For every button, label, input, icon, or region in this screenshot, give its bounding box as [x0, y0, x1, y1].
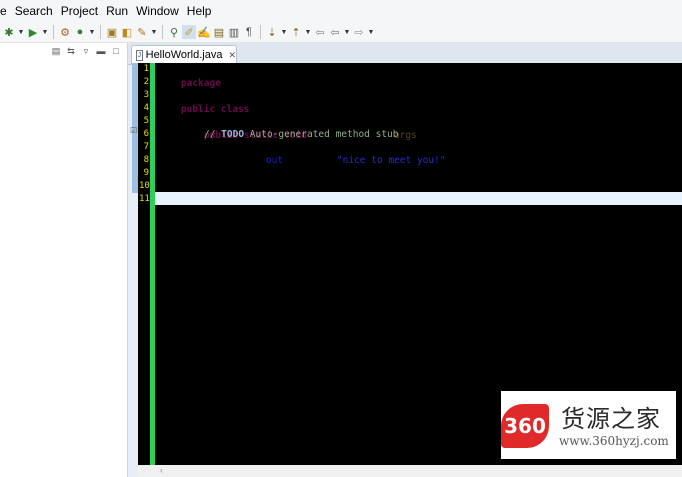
- line-number: 3: [143, 90, 149, 100]
- pilcrow-icon[interactable]: ¶: [242, 25, 256, 39]
- debug-icon[interactable]: ✱: [2, 25, 16, 39]
- comment-text: Auto-generated method stub: [244, 129, 399, 140]
- editor-tab-bar: J HelloWorld.java ✕: [128, 43, 682, 65]
- line-number: 11: [139, 194, 150, 204]
- toggle-mark-icon[interactable]: ✐: [182, 25, 196, 39]
- menu-run[interactable]: Run: [102, 4, 132, 18]
- block-select-icon[interactable]: ▥: [227, 25, 241, 39]
- current-line-highlight: [155, 192, 682, 205]
- code-line-1: package: [158, 64, 221, 89]
- line-number-ruler: 1 2 3 4 5 6 7 8 9 10 11: [138, 63, 150, 465]
- search-icon[interactable]: ⚲: [167, 25, 181, 39]
- todo-tag: TODO: [221, 129, 245, 140]
- edit-icon[interactable]: ✍: [197, 25, 211, 39]
- menu-help[interactable]: Help: [183, 4, 216, 18]
- chevron-down-icon[interactable]: ▼: [150, 25, 158, 39]
- java-file-icon: J: [136, 49, 143, 61]
- last-edit-icon[interactable]: ⇦: [313, 25, 327, 39]
- string-literal: "nice to meet you!": [336, 155, 446, 166]
- task-marker-icon: ☑: [130, 126, 138, 135]
- chevron-down-icon[interactable]: ▼: [343, 25, 351, 39]
- line-number: 6: [143, 129, 149, 139]
- keyword: package: [180, 78, 221, 89]
- minimize-icon[interactable]: ▬: [96, 46, 106, 56]
- new-class-icon[interactable]: ◧: [120, 25, 134, 39]
- toolbar-separator: [100, 25, 101, 39]
- code-line-7-field: out: [243, 141, 283, 166]
- collapse-all-icon[interactable]: ▤: [51, 46, 61, 56]
- chevron-down-icon[interactable]: ▼: [367, 25, 375, 39]
- scroll-left-icon[interactable]: ‹: [160, 465, 163, 475]
- menu-bar: e Search Project Run Window Help: [0, 0, 682, 22]
- maximize-icon[interactable]: □: [111, 46, 121, 56]
- forward-icon[interactable]: ⇨: [352, 25, 366, 39]
- watermark-name: 货源之家: [561, 405, 661, 433]
- link-editor-icon[interactable]: ⇆: [66, 46, 76, 56]
- horizontal-scrollbar[interactable]: ‹: [138, 465, 682, 477]
- back-icon[interactable]: ⇦: [328, 25, 342, 39]
- chevron-down-icon[interactable]: ▼: [280, 25, 288, 39]
- line-number: 4: [143, 103, 149, 113]
- line-number: 10: [139, 181, 150, 191]
- code-line-6: // TODO Auto-generated method stub: [204, 128, 399, 141]
- menu-file[interactable]: e: [0, 4, 11, 18]
- new-java-project-icon[interactable]: ●: [73, 25, 87, 39]
- line-number: 2: [143, 77, 149, 87]
- show-whitespace-icon[interactable]: ▤: [212, 25, 226, 39]
- code-line-3: public class: [158, 90, 250, 115]
- code-line-7-string: "nice to meet you!": [314, 141, 446, 166]
- chevron-down-icon[interactable]: ▼: [17, 25, 25, 39]
- watermark-url: www.360hyzj.com: [559, 434, 669, 448]
- tab-helloworld-java[interactable]: J HelloWorld.java ✕: [131, 45, 237, 64]
- new-package-icon[interactable]: ▣: [105, 25, 119, 39]
- chevron-down-icon[interactable]: ▼: [88, 25, 96, 39]
- chevron-down-icon[interactable]: ▼: [304, 25, 312, 39]
- line-number: 8: [143, 155, 149, 165]
- package-explorer-panel: ▤ ⇆ ▿ ▬ □: [0, 43, 128, 477]
- open-type-icon[interactable]: ✎: [135, 25, 149, 39]
- line-number: 5: [143, 116, 149, 126]
- chevron-down-icon[interactable]: ▼: [41, 25, 49, 39]
- run-icon[interactable]: ▶: [26, 25, 40, 39]
- menu-window[interactable]: Window: [132, 4, 183, 18]
- panel-toolbar: ▤ ⇆ ▿ ▬ □: [51, 46, 121, 57]
- prev-annotation-icon[interactable]: ⇡: [289, 25, 303, 39]
- comment-prefix: //: [204, 129, 222, 140]
- external-tools-icon[interactable]: ⚙: [58, 25, 72, 39]
- tab-label: HelloWorld.java: [145, 49, 223, 61]
- line-number: 1: [143, 64, 149, 74]
- menu-project[interactable]: Project: [57, 4, 102, 18]
- keyword: public class: [180, 104, 250, 115]
- toolbar-separator: [260, 25, 261, 39]
- field: out: [265, 155, 284, 166]
- watermark: 360 货源之家 www.360hyzj.com: [501, 391, 676, 459]
- toolbar-separator: [162, 25, 163, 39]
- line-number: 7: [143, 142, 149, 152]
- watermark-logo: 360: [501, 404, 549, 448]
- line-number: 9: [143, 168, 149, 178]
- close-icon[interactable]: ✕: [228, 50, 236, 61]
- toolbar-separator: [53, 25, 54, 39]
- toolbar: ✱ ▼ ▶ ▼ ⚙ ● ▼ ▣ ◧ ✎ ▼ ⚲ ✐ ✍ ▤ ▥ ¶ ⇣ ▼ ⇡ …: [0, 22, 682, 43]
- view-menu-icon[interactable]: ▿: [81, 46, 91, 56]
- change-ruler: [150, 63, 155, 465]
- next-annotation-icon[interactable]: ⇣: [265, 25, 279, 39]
- menu-search[interactable]: Search: [11, 4, 57, 18]
